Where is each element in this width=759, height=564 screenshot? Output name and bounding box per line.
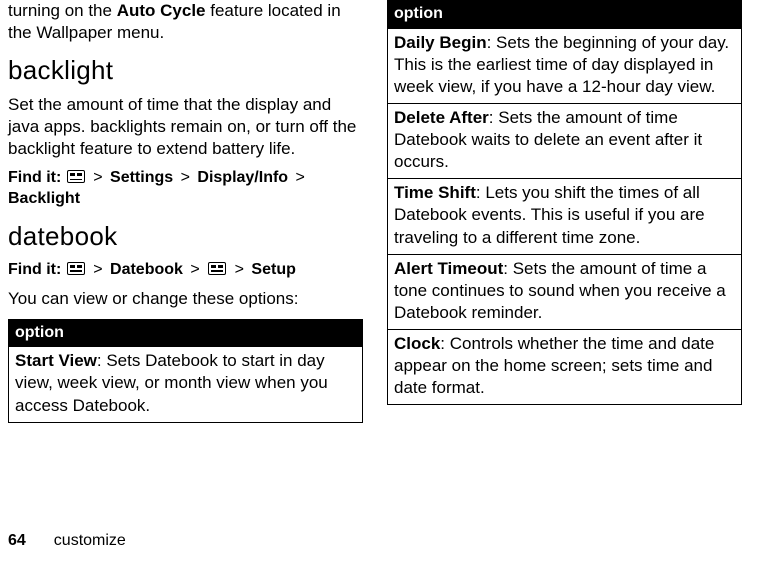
option-label: Delete After — [394, 108, 489, 127]
option-label: Time Shift — [394, 183, 476, 202]
menu-key-icon — [208, 262, 226, 275]
wallpaper-intro: turning on the Auto Cycle feature locate… — [8, 0, 363, 44]
option-row: Clock: Controls whether the time and dat… — [388, 329, 741, 404]
option-label: Clock — [394, 334, 440, 353]
two-columns: turning on the Auto Cycle feature locate… — [8, 0, 751, 423]
option-table-right: option Daily Begin: Sets the beginning o… — [387, 0, 742, 405]
option-label: Start View — [15, 351, 97, 370]
path-datebook: Datebook — [110, 261, 183, 278]
gt: > — [190, 261, 199, 278]
option-label: Alert Timeout — [394, 259, 503, 278]
option-row: Start View: Sets Datebook to start in da… — [9, 346, 362, 421]
gt: > — [93, 261, 102, 278]
option-row: Alert Timeout: Sets the amount of time a… — [388, 254, 741, 329]
option-header: option — [9, 320, 362, 347]
page-number: 64 — [8, 532, 26, 549]
menu-key-icon — [67, 170, 85, 183]
backlight-findit: Find it: > Settings > Display/Info > Bac… — [8, 168, 363, 210]
gt: > — [296, 169, 305, 186]
page: turning on the Auto Cycle feature locate… — [0, 0, 759, 564]
gt: > — [235, 261, 244, 278]
left-column: turning on the Auto Cycle feature locate… — [8, 0, 363, 423]
datebook-findit: Find it: > Datebook > > Setup — [8, 260, 363, 281]
backlight-heading: backlight — [8, 54, 363, 88]
auto-cycle-feature: Auto Cycle — [117, 1, 206, 20]
option-row: Time Shift: Lets you shift the times of … — [388, 178, 741, 253]
intro-pre: turning on the — [8, 1, 117, 20]
findit-label: Find it: — [8, 261, 61, 278]
path-settings: Settings — [110, 169, 173, 186]
findit-label: Find it: — [8, 169, 61, 186]
right-column: option Daily Begin: Sets the beginning o… — [387, 0, 742, 423]
path-setup: Setup — [251, 261, 295, 278]
menu-key-icon — [67, 262, 85, 275]
gt: > — [93, 169, 102, 186]
path-backlight: Backlight — [8, 190, 80, 207]
section-name: customize — [54, 532, 126, 549]
gt: > — [181, 169, 190, 186]
datebook-heading: datebook — [8, 220, 363, 254]
path-display: Display/Info — [197, 169, 288, 186]
option-header: option — [388, 1, 741, 28]
page-footer: 64 customize — [8, 532, 126, 550]
option-row: Daily Begin: Sets the beginning of your … — [388, 28, 741, 103]
backlight-body: Set the amount of time that the display … — [8, 94, 363, 160]
option-table-left: option Start View: Sets Datebook to star… — [8, 319, 363, 423]
datebook-body: You can view or change these options: — [8, 288, 363, 310]
option-desc: : Controls whether the time and date app… — [394, 334, 714, 397]
option-label: Daily Begin — [394, 33, 487, 52]
option-row: Delete After: Sets the amount of time Da… — [388, 103, 741, 178]
